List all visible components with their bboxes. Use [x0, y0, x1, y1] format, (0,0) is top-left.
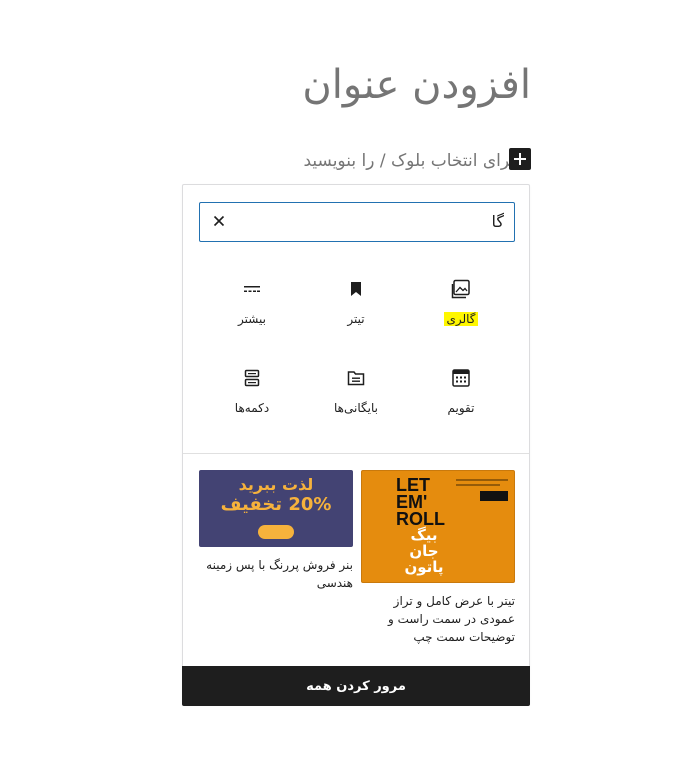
block-item-buttons[interactable]: دکمه‌ها [202, 366, 302, 436]
buttons-icon [240, 366, 264, 390]
thumb-button [480, 491, 508, 501]
block-placeholder-text[interactable]: برای انتخاب بلوک / را بنویسید [303, 151, 515, 171]
thumb-line-2: 20% تخفیف [220, 494, 332, 515]
clear-search-button[interactable] [210, 212, 228, 230]
pattern-thumbnail[interactable]: لذت ببرید 20% تخفیف [199, 470, 353, 547]
thumb-text-line [456, 484, 500, 486]
block-label: تقویم [447, 401, 475, 415]
pattern-card-heading[interactable]: LET EM' ROLL بیگ جان پاتون تیتر با عرض ک… [361, 470, 515, 650]
archive-icon [344, 366, 368, 390]
thumb-title-en: LET EM' ROLL [396, 475, 445, 529]
post-title-placeholder[interactable]: افزودن عنوان [131, 62, 531, 108]
block-item-archives[interactable]: بایگانی‌ها [306, 366, 406, 436]
plus-icon [514, 153, 526, 165]
block-label: تیتر [347, 312, 365, 326]
thumb-button [258, 525, 294, 539]
bookmark-icon [344, 277, 368, 301]
gallery-icon [449, 277, 473, 301]
calendar-icon [449, 366, 473, 390]
block-label: بیشتر [238, 312, 266, 326]
thumb-text-line [456, 479, 508, 481]
block-item-gallery[interactable]: گالری [411, 277, 511, 347]
pattern-caption: تیتر با عرض کامل و تراز عمودی در سمت راس… [388, 594, 515, 644]
add-block-button[interactable] [509, 148, 531, 170]
block-label: بایگانی‌ها [334, 401, 378, 415]
browse-all-button[interactable]: مرور کردن همه [182, 666, 530, 706]
pattern-card-sale-banner[interactable]: لذت ببرید 20% تخفیف بنر فروش پررنگ با پس… [199, 470, 353, 600]
more-icon [240, 277, 264, 301]
close-icon [213, 215, 225, 227]
pattern-caption: بنر فروش پررنگ با پس زمینه هندسی [206, 558, 353, 590]
thumb-title-fa: بیگ جان پاتون [404, 526, 444, 576]
section-divider [183, 453, 529, 454]
block-item-calendar[interactable]: تقویم [411, 366, 511, 436]
block-label: گالری [444, 312, 478, 326]
block-label: دکمه‌ها [234, 401, 270, 415]
block-inserter-panel: گالری تیتر بیشتر [182, 184, 530, 706]
block-item-heading[interactable]: تیتر [306, 277, 406, 347]
pattern-thumbnail[interactable]: LET EM' ROLL بیگ جان پاتون [361, 470, 515, 583]
thumb-line-1: لذت ببرید [238, 475, 314, 494]
block-item-more[interactable]: بیشتر [202, 277, 302, 347]
block-search-input[interactable] [234, 209, 504, 233]
block-search-field[interactable] [199, 202, 515, 242]
